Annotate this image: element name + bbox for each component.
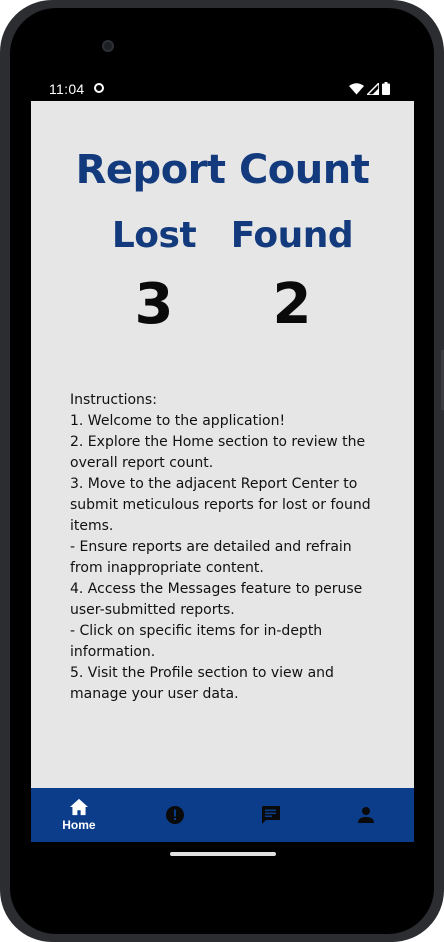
instruction-line: - Click on specific items for in-depth i… (70, 623, 323, 660)
instruction-line: 4. Access the Messages feature to peruse… (70, 581, 363, 618)
lost-count: 3 (134, 272, 174, 337)
app-screen: Report Count Lost 3 Found 2 Instructions… (31, 101, 414, 788)
profile-icon (358, 807, 375, 823)
instruction-line: 3. Move to the adjacent Report Center to… (70, 476, 371, 534)
front-camera (102, 40, 114, 52)
report-icon (165, 806, 184, 824)
instruction-line: 2. Explore the Home section to review th… (70, 434, 366, 471)
nav-item-profile[interactable] (318, 788, 414, 842)
status-bar: 11:04 (31, 78, 414, 100)
cell-signal-icon (367, 82, 379, 95)
found-label: Found (230, 215, 354, 256)
instruction-line: - Ensure reports are detailed and refrai… (70, 539, 352, 576)
instruction-line: 1. Welcome to the application! (70, 413, 286, 429)
nav-item-messages[interactable] (223, 788, 319, 842)
bottom-navigation: Home (31, 788, 414, 842)
battery-icon (382, 82, 390, 95)
nav-item-report[interactable] (127, 788, 223, 842)
gesture-home-bar[interactable] (170, 852, 276, 856)
page-title: Report Count (75, 147, 370, 193)
wifi-icon (349, 82, 364, 94)
found-count: 2 (272, 272, 312, 337)
nav-item-home[interactable]: Home (31, 788, 127, 842)
home-icon (69, 798, 88, 816)
status-time: 11:04 (49, 81, 85, 97)
instructions-text: Instructions: 1. Welcome to the applicat… (70, 390, 380, 705)
found-count-block: Found 2 (217, 215, 367, 335)
lost-count-block: Lost 3 (79, 215, 229, 335)
status-icons (349, 82, 390, 95)
lost-label: Lost (111, 215, 197, 256)
messages-icon (261, 806, 280, 824)
instructions-heading: Instructions: (70, 392, 157, 408)
notification-icon (94, 83, 104, 93)
device-frame: 11:04 Report Count Lost 3 Found 2 Instru… (0, 0, 444, 942)
instruction-line: 5. Visit the Profile section to view and… (70, 665, 334, 702)
nav-label-home: Home (62, 818, 96, 832)
